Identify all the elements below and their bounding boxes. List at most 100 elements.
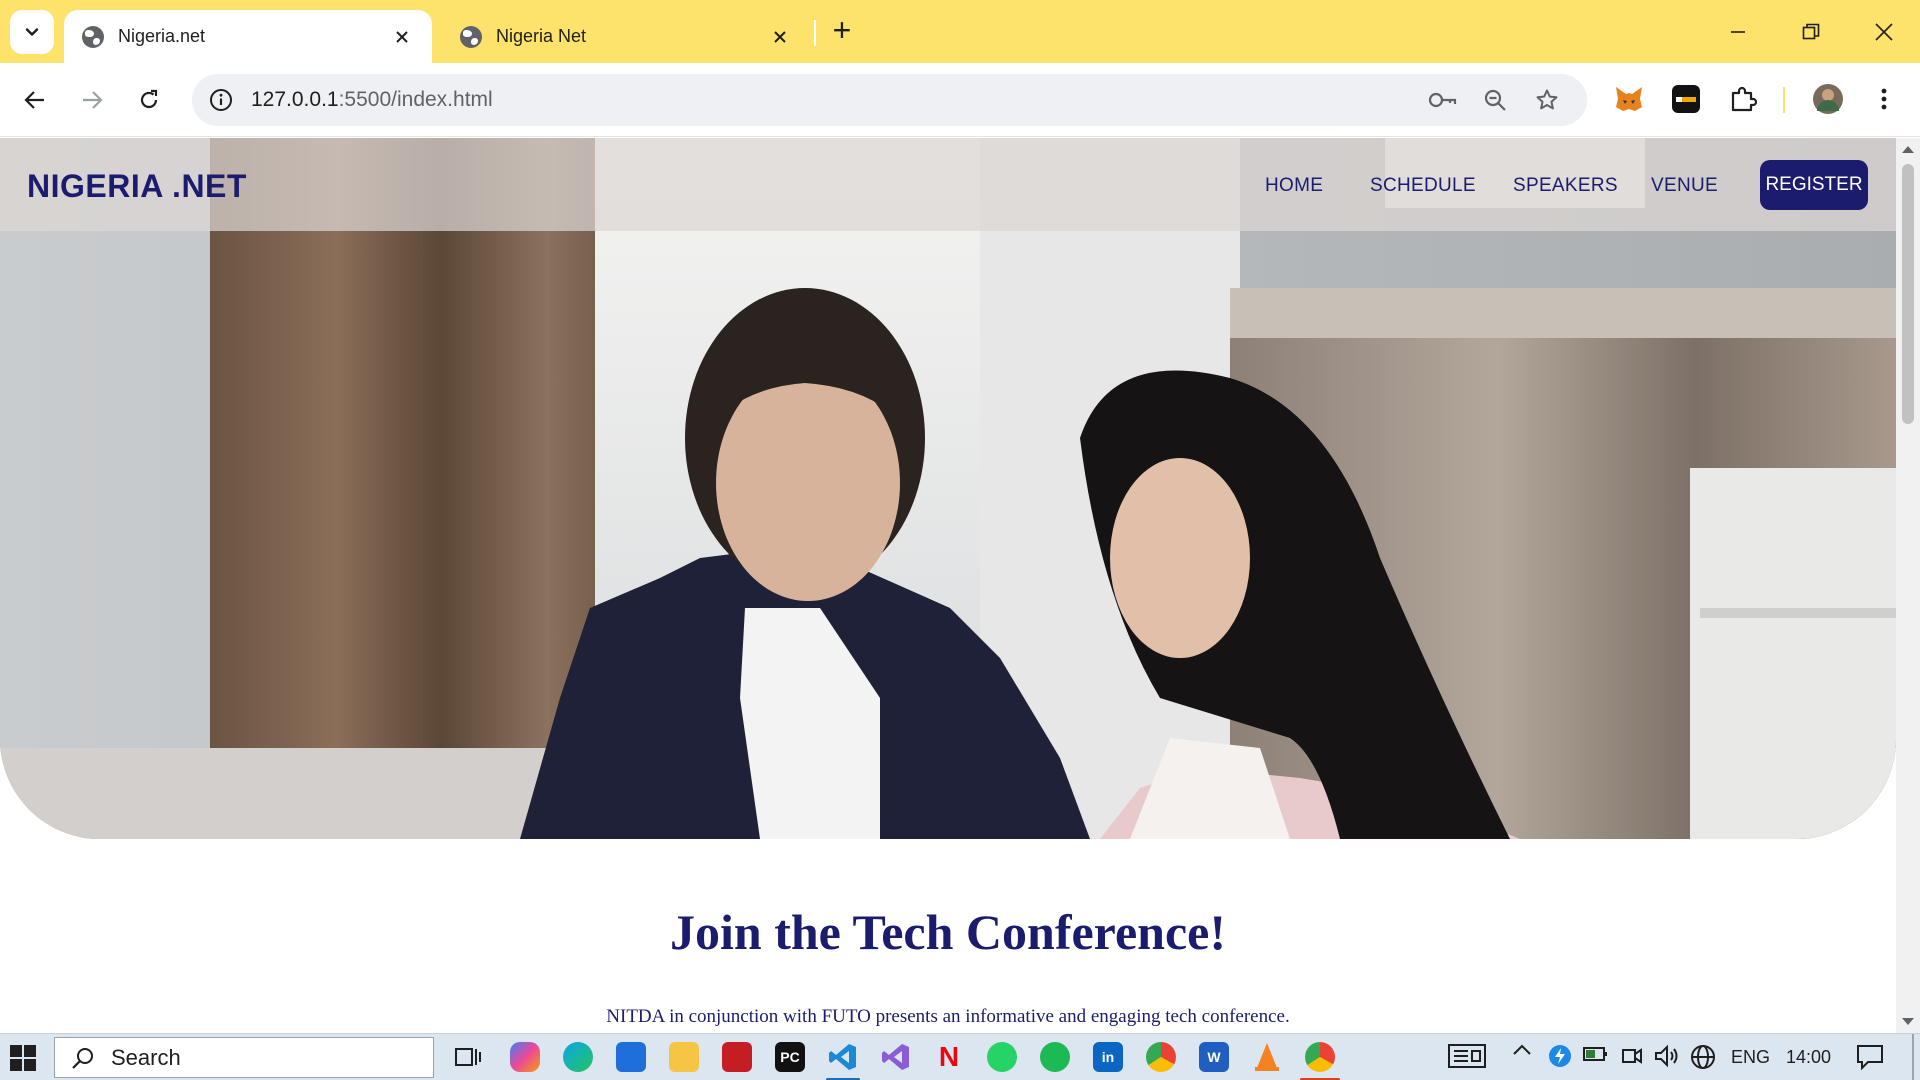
scroll-up-arrow-icon[interactable]: [1902, 146, 1914, 153]
info-icon: [210, 89, 232, 111]
metamask-fox-icon: [1616, 87, 1642, 111]
url-text[interactable]: 127.0.0.1:5500/index.html: [251, 88, 493, 112]
battery-icon: [1583, 1047, 1607, 1061]
tab-title: Nigeria.net: [118, 26, 206, 46]
chevron-up-icon: [1513, 1044, 1531, 1055]
language-indicator[interactable]: ENG: [1731, 1047, 1770, 1068]
notification-icon: [1857, 1045, 1883, 1070]
task-view-button[interactable]: [453, 1042, 483, 1072]
back-button[interactable]: [15, 80, 55, 120]
network-tray[interactable]: [1690, 1044, 1716, 1070]
app-red-icon[interactable]: [722, 1042, 752, 1072]
password-key-button[interactable]: [1428, 85, 1458, 115]
reload-icon: [140, 89, 158, 109]
nav-link-speakers[interactable]: SPEAKERS: [1513, 175, 1618, 197]
bookmark-button[interactable]: [1532, 85, 1562, 115]
battery-tray[interactable]: [1583, 1044, 1609, 1064]
search-label: Search: [111, 1044, 181, 1070]
forward-button[interactable]: [72, 80, 112, 120]
vscode-icon[interactable]: [828, 1042, 858, 1072]
notifications-button[interactable]: [1855, 1044, 1885, 1070]
scrollbar-thumb[interactable]: [1902, 164, 1914, 424]
tab-nigeria-dot-net[interactable]: Nigeria.net: [64, 10, 432, 63]
camera-icon: [1622, 1048, 1642, 1064]
globe-icon: [82, 25, 104, 48]
site-header: NIGERIA .NET HOME SCHEDULE SPEAKERS VENU…: [0, 138, 1896, 231]
file-explorer-icon[interactable]: [669, 1042, 699, 1072]
restore-button[interactable]: [1791, 12, 1831, 52]
reload-button[interactable]: [129, 80, 169, 120]
chrome-active-icon[interactable]: [1305, 1042, 1335, 1072]
show-hidden-icons[interactable]: [1510, 1044, 1534, 1056]
close-window-button[interactable]: [1864, 12, 1904, 52]
page-title: Join the Tech Conference!: [670, 904, 1226, 960]
windows-logo-icon: [10, 1059, 22, 1071]
address-bar[interactable]: 127.0.0.1:5500/index.html: [192, 74, 1587, 126]
visual-studio-icon[interactable]: [881, 1042, 911, 1072]
browser-menu-button[interactable]: [1866, 81, 1902, 117]
metamask-extension[interactable]: [1611, 81, 1647, 117]
start-button[interactable]: [10, 1045, 36, 1071]
browser-toolbar: 127.0.0.1:5500/index.html: [0, 63, 1920, 137]
star-icon: [1536, 89, 1558, 110]
visual-studio-logo-icon: [882, 1044, 909, 1070]
more-vert-icon: [1881, 88, 1887, 110]
restore-icon: [1802, 23, 1820, 40]
site-info-button[interactable]: [206, 85, 236, 115]
whatsapp-icon[interactable]: [987, 1042, 1017, 1072]
nav-link-venue[interactable]: VENUE: [1651, 175, 1718, 197]
tab-nigeria-net[interactable]: Nigeria Net: [442, 10, 810, 63]
minimize-button[interactable]: [1718, 12, 1758, 52]
tab-search-button[interactable]: [10, 10, 54, 54]
nav-link-home[interactable]: HOME: [1265, 175, 1323, 197]
profile-button[interactable]: [1810, 81, 1846, 117]
register-button[interactable]: REGISTER: [1760, 160, 1868, 210]
bluetooth-tray[interactable]: [1547, 1044, 1573, 1068]
hero-photo-illustration: [0, 138, 1896, 839]
scroll-down-arrow-icon[interactable]: [1902, 1018, 1914, 1025]
meet-now-tray[interactable]: [1620, 1044, 1644, 1068]
lightning-icon: [1549, 1045, 1571, 1067]
edge-icon[interactable]: [563, 1042, 593, 1072]
clock[interactable]: 14:00: [1786, 1047, 1831, 1068]
windows-logo-icon: [24, 1059, 36, 1071]
extensions-button[interactable]: [1725, 81, 1761, 117]
intro-text: NITDA in conjunction with FUTO presents …: [606, 1006, 1290, 1027]
store-icon[interactable]: [616, 1042, 646, 1072]
close-icon: [774, 30, 786, 43]
url-host: 127.0.0.1: [251, 88, 339, 111]
vscode-logo-icon: [829, 1044, 856, 1070]
bybit-icon: [1672, 85, 1700, 113]
chrome-icon[interactable]: [1146, 1042, 1176, 1072]
close-tab-button[interactable]: [390, 25, 414, 49]
minimize-icon: [1731, 31, 1745, 33]
zoom-button[interactable]: [1480, 85, 1510, 115]
new-tab-button[interactable]: +: [826, 14, 858, 47]
taskbar-search[interactable]: Search: [54, 1037, 434, 1078]
close-tab-button[interactable]: [768, 25, 792, 49]
arrow-left-icon: [24, 91, 44, 109]
site-logo[interactable]: NIGERIA .NET: [27, 168, 247, 205]
news-widget[interactable]: [1447, 1044, 1487, 1068]
globe-icon: [460, 25, 482, 48]
page-scrollbar[interactable]: [1896, 138, 1920, 1033]
pycharm-icon[interactable]: PC: [775, 1042, 805, 1072]
browser-tab-strip: Nigeria.net Nigeria Net +: [0, 0, 1920, 63]
tab-separator: [814, 20, 816, 46]
vlc-icon[interactable]: [1252, 1042, 1282, 1072]
toolbar-separator: [1783, 87, 1785, 113]
hero-image: NIGERIA .NET HOME SCHEDULE SPEAKERS VENU…: [0, 138, 1896, 839]
nav-link-schedule[interactable]: SCHEDULE: [1370, 175, 1476, 197]
netflix-icon[interactable]: N: [934, 1041, 964, 1072]
bybit-extension[interactable]: [1668, 81, 1704, 117]
word-icon[interactable]: W: [1199, 1042, 1229, 1072]
show-desktop-button[interactable]: [1912, 1034, 1914, 1080]
windows-logo-icon: [10, 1045, 22, 1057]
windows-logo-icon: [24, 1045, 36, 1057]
copilot-icon[interactable]: [510, 1042, 540, 1072]
tab-title: Nigeria Net: [496, 26, 587, 46]
spotify-icon[interactable]: [1040, 1042, 1070, 1072]
linkedin-icon[interactable]: in: [1093, 1042, 1123, 1072]
close-icon: [1875, 23, 1893, 41]
volume-tray[interactable]: [1654, 1044, 1680, 1068]
